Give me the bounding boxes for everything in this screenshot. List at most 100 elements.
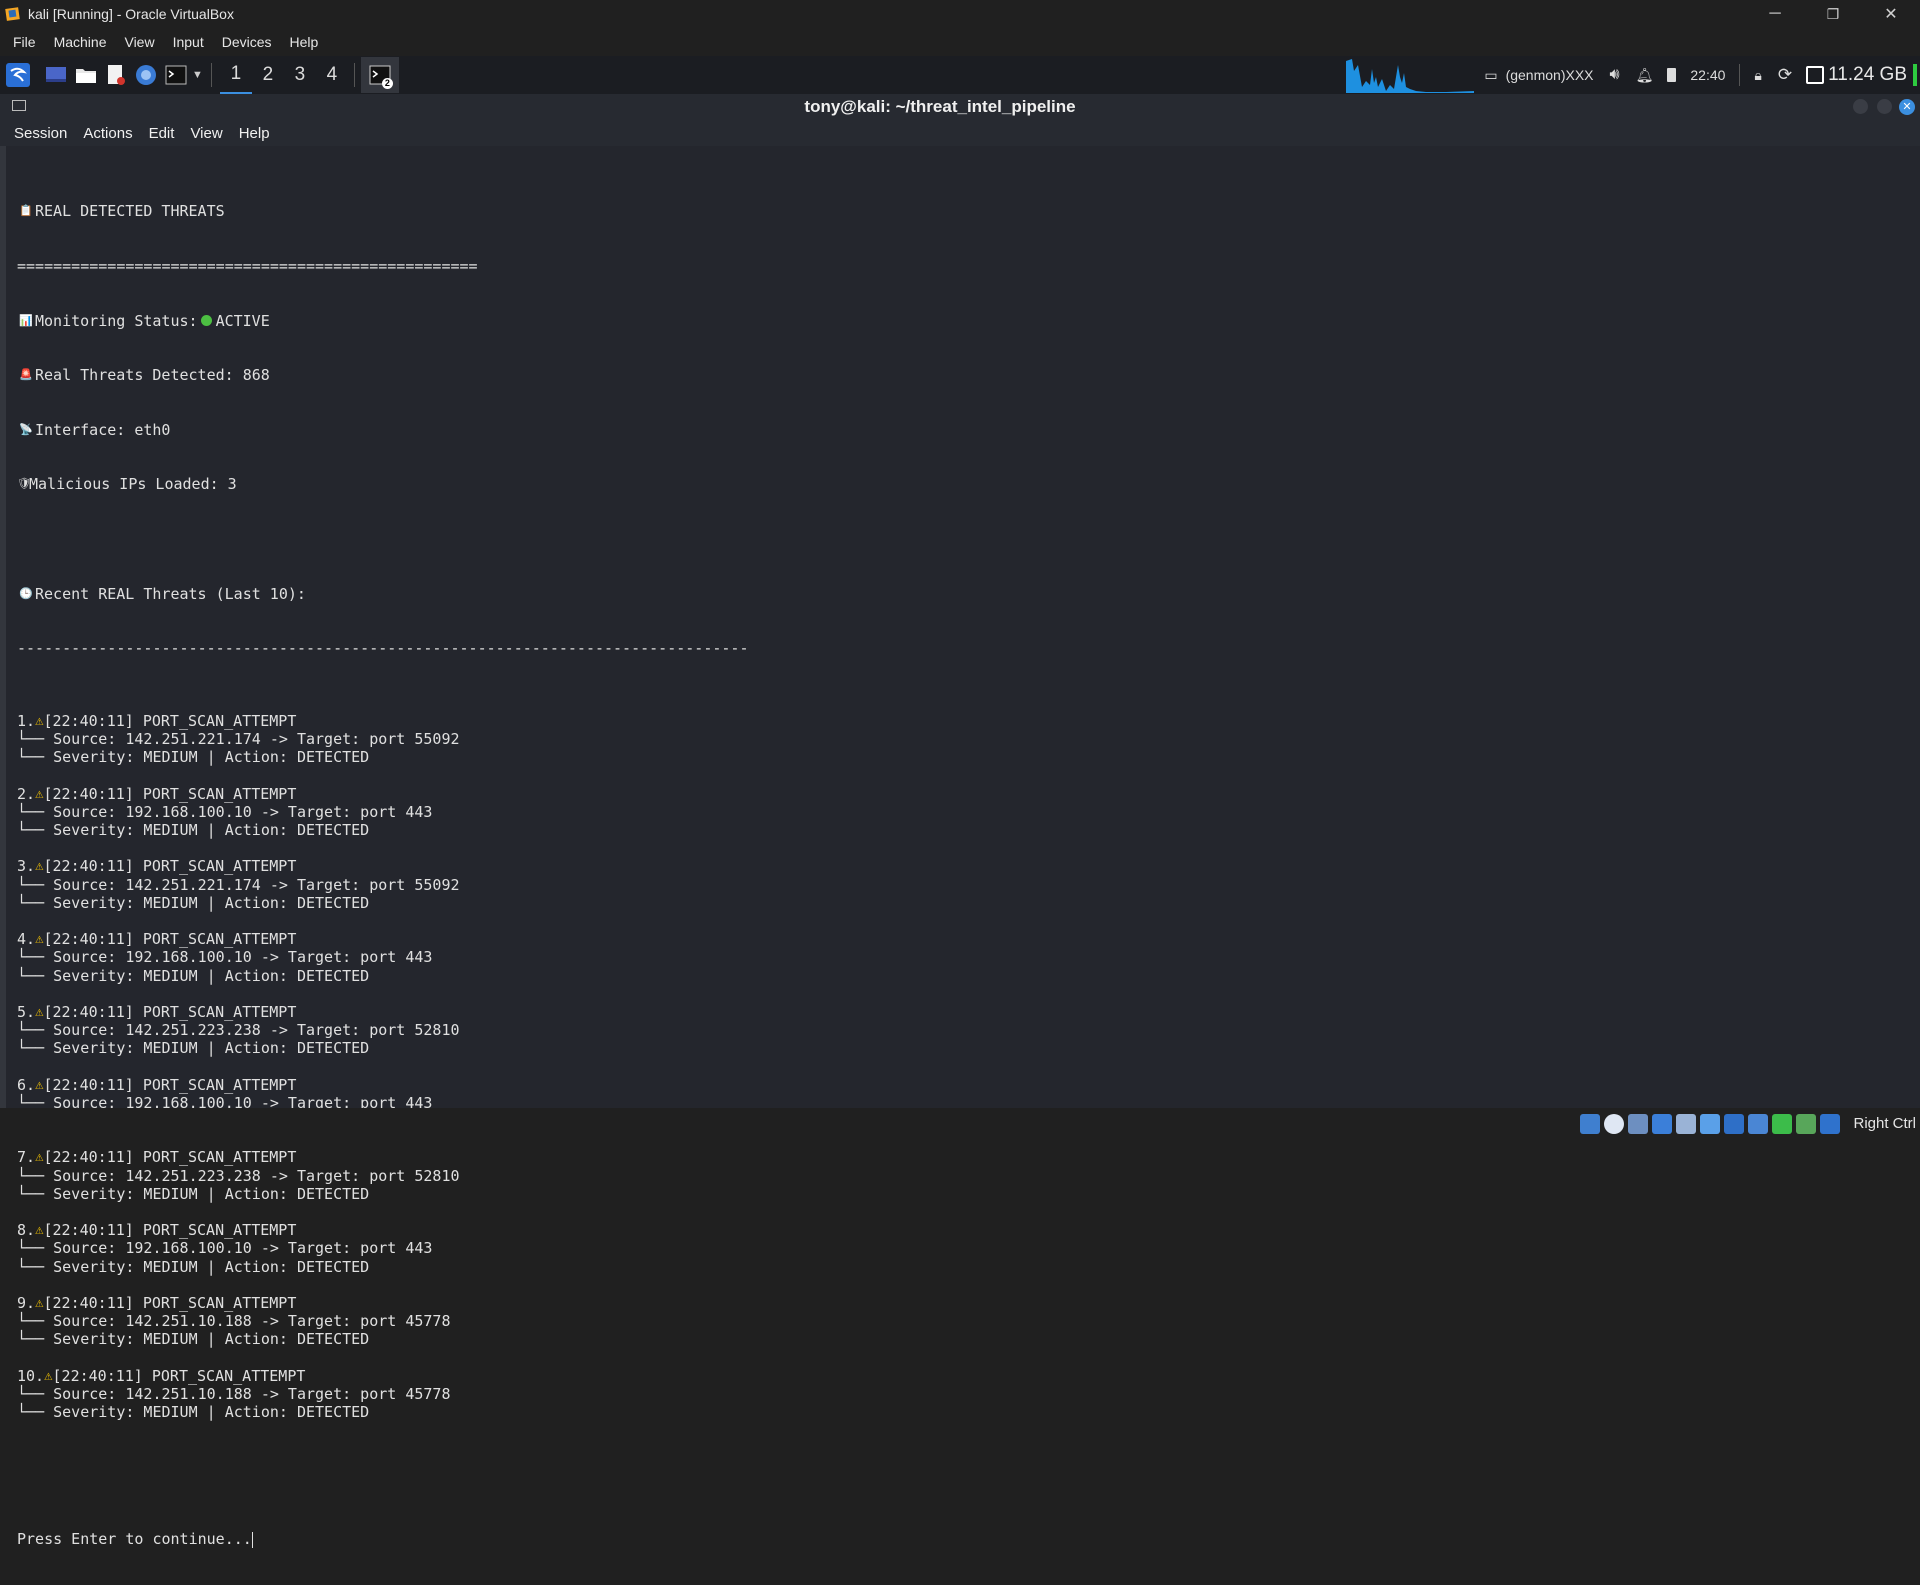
- network-icon[interactable]: [1652, 1114, 1672, 1134]
- threat-severity: └── Severity: MEDIUM | Action: DETECTED: [17, 1184, 370, 1203]
- memory-usage: 11.24 GB: [1828, 64, 1907, 85]
- threat-event: [22:40:11] PORT_SCAN_ATTEMPT: [43, 784, 297, 803]
- panel-separator: [353, 63, 355, 87]
- text-editor-icon[interactable]: [104, 63, 128, 87]
- workspace-4[interactable]: 4: [316, 57, 348, 93]
- panel-separator: [1739, 64, 1741, 86]
- workspace-1[interactable]: 1: [219, 56, 252, 94]
- threat-number: 5.: [17, 1002, 36, 1021]
- host-titlebar: kali [Running] - Oracle VirtualBox ─ ❐ ✕: [0, 0, 1920, 28]
- threat-entry: 7. ⚠ [22:40:11] PORT_SCAN_ATTEMPT: [17, 1148, 1910, 1166]
- threat-entry: 9. ⚠ [22:40:11] PORT_SCAN_ATTEMPT: [17, 1294, 1910, 1312]
- terminal-menu-edit[interactable]: Edit: [141, 125, 183, 142]
- minimize-button[interactable]: ─: [1746, 0, 1804, 28]
- terminal-menu-help[interactable]: Help: [231, 125, 278, 142]
- menu-help[interactable]: Help: [281, 28, 328, 56]
- malicious-ips-line: Malicious IPs Loaded: 3: [29, 475, 237, 494]
- recent-threats-header: Recent REAL Threats (Last 10):: [35, 584, 306, 603]
- audio-icon[interactable]: [1628, 1114, 1648, 1134]
- virtualbox-icon: [5, 7, 20, 21]
- kali-top-panel: ▼ 1 2 3 4 2 ▭ (genmon)XXX 🔊︎ 🔔︎ 22:40 🔒︎…: [0, 56, 1920, 94]
- siren-icon: 🚨: [19, 368, 33, 382]
- threat-entry: 6. ⚠ [22:40:11] PORT_SCAN_ATTEMPT: [17, 1076, 1910, 1094]
- terminal-launcher-icon[interactable]: [164, 63, 188, 87]
- workspace-3[interactable]: 3: [284, 57, 316, 93]
- threat-number: 6.: [17, 1075, 36, 1094]
- lock-icon[interactable]: 🔒︎: [1754, 67, 1761, 84]
- threat-severity: └── Severity: MEDIUM | Action: DETECTED: [17, 1039, 370, 1058]
- mouse-integration-icon[interactable]: [1820, 1114, 1840, 1134]
- threat-severity: └── Severity: MEDIUM | Action: DETECTED: [17, 966, 370, 985]
- threat-event: [22:40:11] PORT_SCAN_ATTEMPT: [43, 1002, 297, 1021]
- threat-source: └── Source: 142.251.221.174 -> Target: p…: [17, 875, 460, 894]
- threat-entry: 10. ⚠ [22:40:11] PORT_SCAN_ATTEMPT: [17, 1367, 1910, 1385]
- cpu-activity-icon[interactable]: [1796, 1114, 1816, 1134]
- kali-menu-icon[interactable]: [6, 63, 30, 87]
- terminal-menubar: Session Actions Edit View Help: [0, 120, 1920, 146]
- threat-severity: └── Severity: MEDIUM | Action: DETECTED: [17, 1330, 370, 1349]
- threat-event: [22:40:11] PORT_SCAN_ATTEMPT: [52, 1366, 306, 1385]
- display-settings-icon[interactable]: [1724, 1114, 1744, 1134]
- threat-event: [22:40:11] PORT_SCAN_ATTEMPT: [43, 1075, 297, 1094]
- rule-dashed: ----------------------------------------…: [17, 639, 749, 658]
- menu-input[interactable]: Input: [164, 28, 213, 56]
- threat-event: [22:40:11] PORT_SCAN_ATTEMPT: [43, 1148, 297, 1167]
- refresh-icon[interactable]: ⟳: [1778, 65, 1792, 85]
- threat-severity: └── Severity: MEDIUM | Action: DETECTED: [17, 821, 370, 840]
- video-capture-icon[interactable]: [1748, 1114, 1768, 1134]
- terminal-close-button[interactable]: ✕: [1899, 99, 1915, 115]
- threat-event: [22:40:11] PORT_SCAN_ATTEMPT: [43, 930, 297, 949]
- menu-view[interactable]: View: [115, 28, 163, 56]
- file-manager-icon[interactable]: [74, 63, 98, 87]
- threat-list: 1. ⚠ [22:40:11] PORT_SCAN_ATTEMPT └── Sou…: [17, 712, 1910, 1421]
- monitoring-label: Monitoring Status:: [35, 311, 198, 330]
- terminal-minimize-button[interactable]: [1853, 99, 1868, 114]
- threat-source: └── Source: 142.251.10.188 -> Target: po…: [17, 1312, 451, 1331]
- threat-source: └── Source: 192.168.100.10 -> Target: po…: [17, 1239, 433, 1258]
- volume-icon[interactable]: 🔊︎: [1610, 66, 1620, 84]
- hard-disk-icon[interactable]: [1580, 1114, 1600, 1134]
- browser-icon[interactable]: [134, 63, 158, 87]
- workspace-2[interactable]: 2: [252, 57, 284, 93]
- menu-machine[interactable]: Machine: [45, 28, 116, 56]
- restore-button[interactable]: ❐: [1804, 0, 1862, 28]
- battery-icon[interactable]: [1667, 68, 1677, 82]
- threat-severity: └── Severity: MEDIUM | Action: DETECTED: [17, 1257, 370, 1276]
- show-desktop-icon[interactable]: [44, 63, 68, 87]
- terminal-output[interactable]: 📋 REAL DETECTED THREATS ================…: [0, 146, 1920, 1548]
- panel-clock[interactable]: 22:40: [1690, 67, 1725, 83]
- threat-severity: └── Severity: MEDIUM | Action: DETECTED: [17, 748, 370, 767]
- text-cursor: [251, 1531, 253, 1548]
- genmon-plugin: (genmon)XXX: [1505, 67, 1594, 83]
- terminal-menu-session[interactable]: Session: [6, 125, 75, 142]
- menu-devices[interactable]: Devices: [213, 28, 281, 56]
- clipboard-icon: 📋: [19, 204, 33, 218]
- threat-number: 4.: [17, 930, 36, 949]
- menu-file[interactable]: File: [4, 28, 45, 56]
- threat-entry: 3. ⚠ [22:40:11] PORT_SCAN_ATTEMPT: [17, 857, 1910, 875]
- threat-event: [22:40:11] PORT_SCAN_ATTEMPT: [43, 711, 297, 730]
- chart-icon: 📊: [19, 313, 33, 327]
- threat-severity: └── Severity: MEDIUM | Action: DETECTED: [17, 1403, 370, 1422]
- terminal-titlebar: tony@kali: ~/threat_intel_pipeline ✕: [0, 94, 1920, 120]
- warning-icon: ⚠: [35, 1076, 44, 1093]
- notification-bell-icon[interactable]: 🔔︎: [1636, 67, 1654, 84]
- window-title: kali [Running] - Oracle VirtualBox: [28, 6, 234, 22]
- guest-additions-icon[interactable]: [1772, 1114, 1792, 1134]
- usb-icon[interactable]: [1676, 1114, 1696, 1134]
- terminal-menu-view[interactable]: View: [182, 125, 230, 142]
- satellite-icon: 📡: [19, 422, 33, 436]
- display-icon[interactable]: ▭: [1484, 67, 1497, 84]
- terminal-task-button[interactable]: 2: [360, 57, 399, 93]
- threat-entry: 2. ⚠ [22:40:11] PORT_SCAN_ATTEMPT: [17, 785, 1910, 803]
- threat-event: [22:40:11] PORT_SCAN_ATTEMPT: [43, 857, 297, 876]
- threat-number: 1.: [17, 711, 36, 730]
- shared-folders-icon[interactable]: [1700, 1114, 1720, 1134]
- optical-drive-icon[interactable]: [1604, 1114, 1624, 1134]
- close-button[interactable]: ✕: [1862, 0, 1920, 28]
- threat-entry: 1. ⚠ [22:40:11] PORT_SCAN_ATTEMPT: [17, 712, 1910, 730]
- terminal-maximize-button[interactable]: [1877, 99, 1892, 114]
- terminal-menu-actions[interactable]: Actions: [75, 125, 140, 142]
- chevron-down-icon[interactable]: ▼: [192, 69, 203, 81]
- cpu-graph: [1346, 57, 1475, 93]
